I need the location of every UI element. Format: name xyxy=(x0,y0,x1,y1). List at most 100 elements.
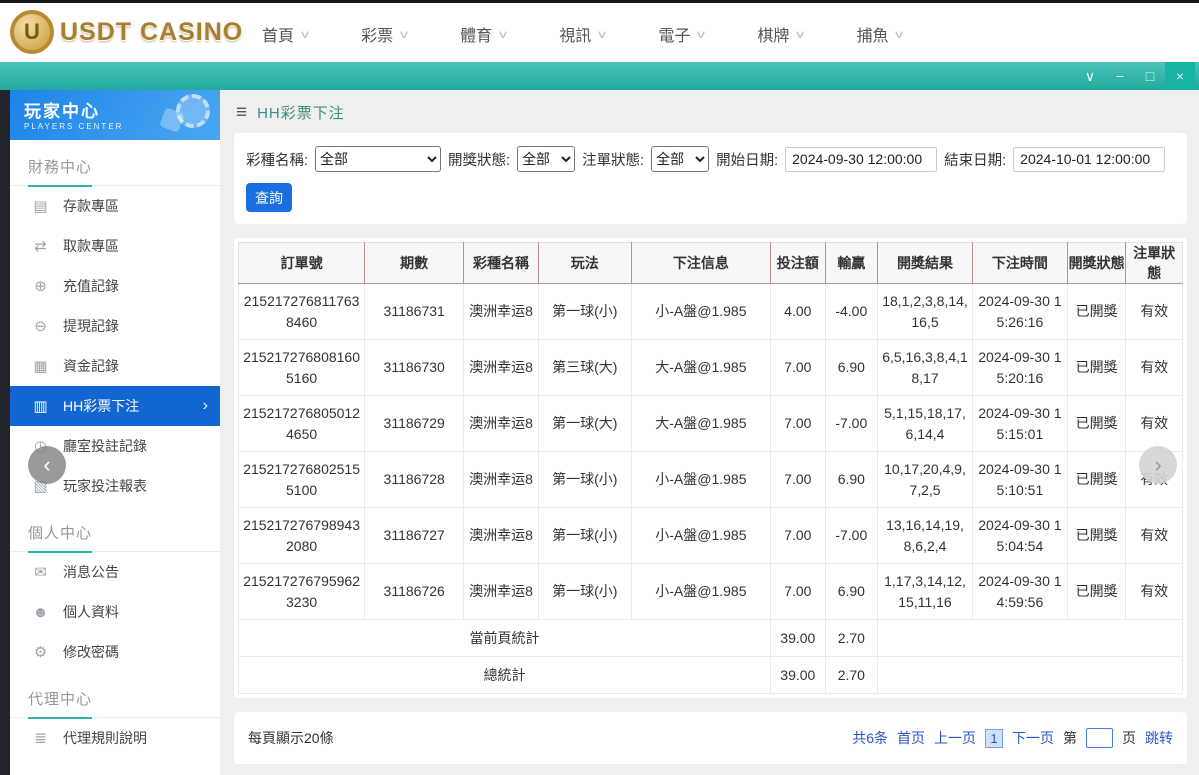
cell-order-no: 2152172767989432080 xyxy=(237,507,366,564)
jump-button[interactable]: 跳转 xyxy=(1145,728,1173,748)
sidebar-item-profile[interactable]: ☻ 個人資料 xyxy=(10,592,220,632)
order-status-select[interactable]: 全部 xyxy=(651,146,710,172)
chevron-down-icon: ∨ xyxy=(497,28,510,41)
prev-page-link[interactable]: 上一页 xyxy=(934,728,976,748)
nav-item-slots[interactable]: 電子 ∨ xyxy=(658,22,707,46)
minus-circle-icon: ⊖ xyxy=(34,318,47,335)
sidebar-item-label: 消息公告 xyxy=(63,564,119,580)
top-bar: U USDT CASINO 首頁 ∨ 彩票 ∨ 體育 ∨ 視訊 ∨ 電子 ∨ 棋牌 ∨ 捕魚 ∨ xyxy=(0,0,1199,62)
cell-draw-status: 已開獎 xyxy=(1066,395,1127,452)
sidebar-item-cashout-record[interactable]: ⊖ 提現記錄 xyxy=(10,306,220,346)
sidebar-item-hh-lottery-bets[interactable]: ▥ HH彩票下注 › xyxy=(10,386,220,426)
nav-item-lottery[interactable]: 彩票 ∨ xyxy=(361,22,411,46)
nav-item-label: 體育 xyxy=(460,28,493,45)
nav-item-chess[interactable]: 棋牌 ∨ xyxy=(757,22,807,46)
cell-issue: 31186730 xyxy=(364,339,465,396)
cell-order-status: 有效 xyxy=(1125,339,1183,396)
nav-item-fishing[interactable]: 捕魚 ∨ xyxy=(856,22,905,46)
table-row: 2152172767959623230 31186726 澳洲幸运8 第一球(小) 小-… xyxy=(237,563,1183,620)
draw-status-select[interactable]: 全部 xyxy=(517,146,576,172)
sidebar-item-label: 存款專區 xyxy=(63,198,119,214)
sidebar-item-agent-rules[interactable]: ≣ 代理規則說明 xyxy=(10,718,220,758)
lottery-name-select[interactable]: 全部 xyxy=(315,146,442,172)
sidebar-item-label: 修改密碼 xyxy=(63,644,119,660)
sidebar-item-withdraw[interactable]: ⇄ 取款專區 xyxy=(10,226,220,266)
site-logo[interactable]: U USDT CASINO xyxy=(10,10,243,54)
summary-bet-amount: 39.00 xyxy=(770,619,826,657)
sidebar-item-recharge-record[interactable]: ⊕ 充值記錄 xyxy=(10,266,220,306)
plus-circle-icon: ⊕ xyxy=(34,278,47,295)
cell-issue: 31186731 xyxy=(364,283,465,340)
current-page-button[interactable]: 1 xyxy=(985,728,1003,748)
column-header: 注單狀態 xyxy=(1125,242,1183,284)
jump-prefix-label: 第 xyxy=(1063,730,1077,746)
page-jump-input[interactable] xyxy=(1086,728,1113,748)
summary-win-loss: 2.70 xyxy=(824,619,879,657)
cell-play: 第一球(小) xyxy=(537,563,632,620)
gear-icon: ⚙ xyxy=(33,644,48,661)
column-header: 玩法 xyxy=(537,242,632,284)
summary-bet-amount: 39.00 xyxy=(770,656,826,694)
wallet-icon: ▤ xyxy=(33,198,48,215)
close-button[interactable]: × xyxy=(1165,62,1195,90)
cell-lottery: 澳洲幸运8 xyxy=(463,507,539,564)
cell-bet-amount: 7.00 xyxy=(770,563,826,620)
cell-draw-result: 10,17,20,4,9,7,2,5 xyxy=(877,451,973,508)
next-arrow-button[interactable]: › xyxy=(1139,446,1177,484)
cell-play: 第一球(小) xyxy=(537,507,632,564)
end-date-label: 結束日期: xyxy=(944,152,1007,169)
left-dark-strip xyxy=(0,90,10,775)
search-button[interactable]: 查詢 xyxy=(246,183,292,212)
cell-bet-time: 2024-09-30 15:15:01 xyxy=(971,395,1068,452)
maximize-button[interactable]: □ xyxy=(1135,62,1165,90)
nav-item-label: 棋牌 xyxy=(757,28,790,45)
next-page-link[interactable]: 下一页 xyxy=(1012,728,1054,748)
nav-item-home[interactable]: 首頁 ∨ xyxy=(262,22,311,46)
section-title-text: 個人中心 xyxy=(28,522,93,553)
chevron-down-icon: ∨ xyxy=(398,28,411,41)
cell-lottery: 澳洲幸运8 xyxy=(463,563,539,620)
menu-toggle-icon[interactable]: ≡ xyxy=(236,103,247,122)
sidebar-item-funds-record[interactable]: ▦ 資金記錄 xyxy=(10,346,220,386)
column-header: 期數 xyxy=(364,242,465,284)
nav-item-label: 電子 xyxy=(658,28,691,45)
cell-bet-amount: 7.00 xyxy=(770,451,826,508)
cell-play: 第三球(大) xyxy=(537,339,632,396)
sidebar-header: 玩家中心 PLAYERS CENTER xyxy=(10,90,220,140)
cell-win-loss: -7.00 xyxy=(824,395,879,452)
cell-bet-time: 2024-09-30 15:26:16 xyxy=(971,283,1068,340)
sidebar-item-messages[interactable]: ✉ 消息公告 xyxy=(10,552,220,592)
cell-bet-info: 小-A盤@1.985 xyxy=(630,283,772,340)
nav-item-label: 捕魚 xyxy=(856,28,889,45)
summary-win-loss: 2.70 xyxy=(824,656,879,694)
chevron-down-icon: ∨ xyxy=(794,28,807,41)
cell-lottery: 澳洲幸运8 xyxy=(463,451,539,508)
collapse-sidebar-button[interactable]: ‹ xyxy=(28,446,66,484)
cell-bet-time: 2024-09-30 15:10:51 xyxy=(971,451,1068,508)
cell-draw-result: 1,17,3,14,12,15,11,16 xyxy=(877,563,973,620)
sidebar-section-title: 個人中心 xyxy=(10,506,220,553)
cell-draw-result: 6,5,16,3,8,4,18,17 xyxy=(877,339,973,396)
jump-suffix-label: 页 xyxy=(1122,730,1136,746)
breadcrumb: ≡ HH彩票下注 xyxy=(220,90,1199,129)
nav-item-live[interactable]: 視訊 ∨ xyxy=(559,22,608,46)
column-header: 下注時間 xyxy=(971,242,1068,284)
cell-play: 第一球(大) xyxy=(537,395,632,452)
cell-lottery: 澳洲幸运8 xyxy=(463,339,539,396)
sidebar-item-change-password[interactable]: ⚙ 修改密碼 xyxy=(10,632,220,672)
start-date-input[interactable] xyxy=(785,146,938,172)
nav-item-label: 視訊 xyxy=(559,28,592,45)
nav-item-sports[interactable]: 體育 ∨ xyxy=(460,22,510,46)
sidebar-item-deposit[interactable]: ▤ 存款專區 xyxy=(10,186,220,226)
sidebar-item-label: 充值記錄 xyxy=(63,278,119,294)
summary-label: 總統計 xyxy=(237,656,772,694)
cell-bet-info: 小-A盤@1.985 xyxy=(630,507,772,564)
cell-win-loss: 6.90 xyxy=(824,451,879,508)
minimize-button[interactable]: − xyxy=(1105,62,1135,90)
cell-issue: 31186728 xyxy=(364,451,465,508)
first-page-link[interactable]: 首页 xyxy=(897,728,925,748)
sidebar-item-label: HH彩票下注 xyxy=(63,398,140,414)
collapse-button[interactable]: ∨ xyxy=(1075,62,1105,90)
end-date-input[interactable] xyxy=(1013,146,1166,172)
cell-order-status: 有效 xyxy=(1125,395,1183,452)
